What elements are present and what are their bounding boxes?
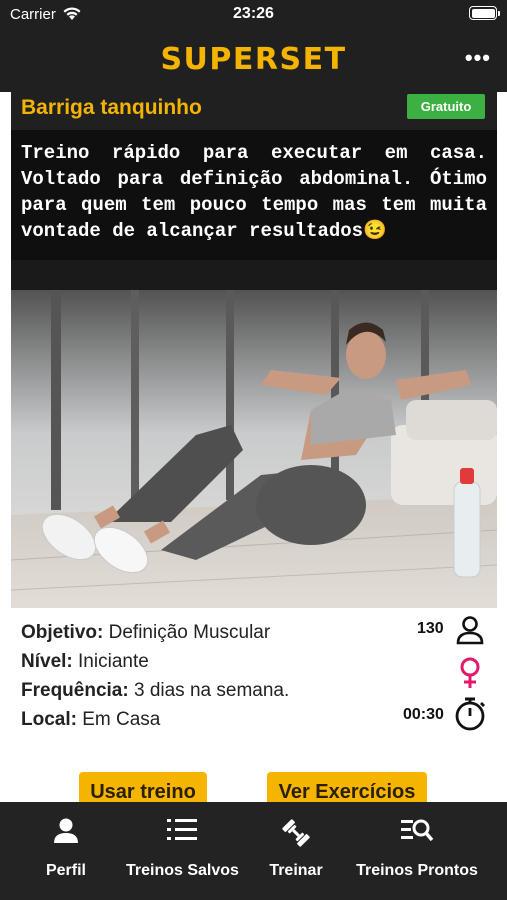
status-time: 23:26	[233, 5, 274, 22]
battery-icon	[469, 6, 500, 20]
users-count: 130	[417, 620, 444, 637]
frequency-row: Frequência: 3 dias na semana.	[21, 680, 289, 702]
tab-bar: Perfil Treinos Salvos Treinar Treinos Pr…	[0, 802, 507, 900]
level-value: Iniciante	[78, 651, 149, 672]
level-row: Nível: Iniciante	[21, 651, 149, 673]
tab-saved-workouts[interactable]: Treinos Salvos	[126, 802, 239, 900]
woman-doing-situps-illustration	[11, 260, 497, 608]
workout-description: Treino rápido para executar em casa. Vol…	[21, 142, 487, 242]
stopwatch-icon	[455, 697, 485, 731]
female-symbol-icon	[460, 657, 480, 688]
location-value: Em Casa	[82, 709, 161, 730]
objective-label: Objetivo:	[21, 622, 104, 643]
tab-saved-workouts-label: Treinos Salvos	[126, 862, 239, 879]
objective-row: Objetivo: Definição Muscular	[21, 622, 270, 644]
content-scroll[interactable]: Barriga tanquinho Gratuito Treino rápido…	[0, 92, 507, 802]
location-label: Local:	[21, 709, 77, 730]
tab-ready-workouts-label: Treinos Prontos	[356, 862, 478, 879]
person-icon	[456, 616, 484, 645]
level-label: Nível:	[21, 651, 73, 672]
tab-profile-label: Perfil	[45, 862, 86, 879]
workout-photo	[11, 260, 497, 608]
workout-title: Barriga tanquinho	[21, 96, 202, 119]
search-list-icon	[401, 819, 434, 842]
status-bar: Carrier 23:26	[0, 0, 507, 28]
workout-card: Barriga tanquinho Gratuito Treino rápido…	[11, 92, 497, 802]
location-row: Local: Em Casa	[21, 709, 160, 731]
tab-train-label: Treinar	[269, 862, 323, 879]
more-options-icon[interactable]: •••	[465, 47, 491, 69]
workout-card-header: Barriga tanquinho Gratuito	[11, 92, 497, 130]
duration-value: 00:30	[403, 706, 444, 723]
tab-profile[interactable]: Perfil	[18, 802, 114, 900]
navigation-bar: SUPERSET •••	[0, 28, 507, 92]
description-box: Treino rápido para executar em casa. Vol…	[11, 130, 497, 260]
person-icon	[54, 818, 78, 843]
list-icon	[167, 819, 197, 840]
use-workout-button[interactable]: Usar treino	[79, 772, 207, 802]
frequency-value: 3 dias na semana.	[133, 680, 290, 701]
objective-value: Definição Muscular	[108, 622, 271, 643]
dumbbell-icon	[282, 819, 310, 847]
tab-train[interactable]: Treinar	[252, 802, 340, 900]
view-exercises-button[interactable]: Ver Exercícios	[267, 772, 427, 802]
workout-info: Objetivo: Definição Muscular Nível: Inic…	[11, 608, 497, 778]
free-badge: Gratuito	[407, 94, 485, 119]
app-logo: SUPERSET	[160, 42, 347, 77]
frequency-label: Frequência:	[21, 680, 129, 701]
tab-ready-workouts[interactable]: Treinos Prontos	[354, 802, 480, 900]
